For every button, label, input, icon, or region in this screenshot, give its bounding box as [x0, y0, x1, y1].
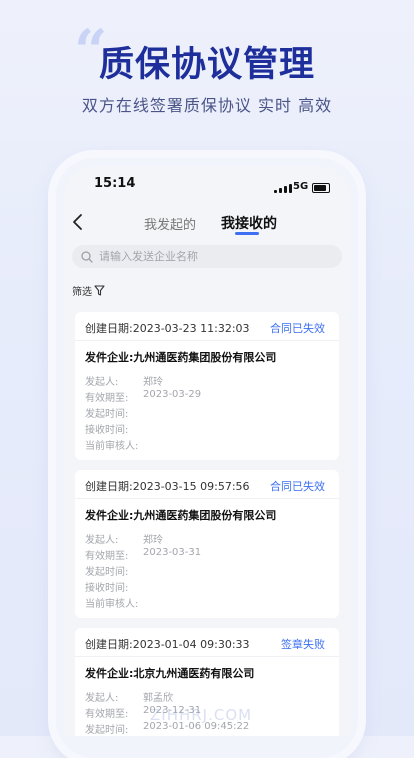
search-bar[interactable] — [72, 245, 342, 268]
card-divider — [75, 340, 339, 341]
signal-icon — [274, 184, 292, 193]
valid-until-value: 2023-03-29 — [143, 389, 202, 400]
valid-until-label: 有效期至: — [85, 551, 129, 562]
tab-received[interactable]: 我接收的 — [221, 213, 277, 233]
initiated-time-label: 发起时间: — [85, 725, 129, 736]
filter-button[interactable]: 筛选 — [72, 283, 105, 298]
card-divider — [75, 498, 339, 499]
status-badge: 合同已失效 — [270, 480, 325, 493]
initiated-time-label: 发起时间: — [85, 409, 129, 420]
hero-subtitle: 双方在线签署质保协议 实时 高效 — [81, 96, 333, 115]
sender-company: 发件企业:九州通医药集团股份有限公司 — [85, 509, 277, 522]
created-date: 创建日期:2023-03-15 09:57:56 — [85, 480, 250, 493]
received-time-label: 接收时间: — [85, 425, 129, 436]
phone-screen: 15:14 5G 我发起的 我接收的 筛选 创建日期:2023-03-23 11… — [64, 166, 350, 736]
filter-label: 筛选 — [72, 287, 92, 298]
network-label: 5G — [293, 181, 309, 192]
received-time-label: 接收时间: — [85, 583, 129, 594]
nav-bar: 我发起的 我接收的 — [64, 206, 350, 240]
valid-until-value: 2023-03-31 — [143, 547, 202, 558]
created-date: 创建日期:2023-03-23 11:32:03 — [85, 322, 250, 335]
hero-title: 质保协议管理 — [98, 45, 315, 85]
status-badge: 签章失败 — [281, 638, 325, 651]
status-time: 15:14 — [94, 176, 136, 191]
search-icon — [81, 250, 93, 263]
initiator-value: 郑玲 — [143, 377, 163, 388]
initiator-label: 发起人: — [85, 535, 119, 546]
initiator-value: 郭孟欣 — [143, 693, 173, 704]
tab-initiated[interactable]: 我发起的 — [144, 214, 196, 233]
card-divider — [75, 656, 339, 657]
initiator-label: 发起人: — [85, 693, 119, 704]
battery-icon — [312, 183, 330, 193]
valid-until-label: 有效期至: — [85, 393, 129, 404]
sender-company: 发件企业:九州通医药集团股份有限公司 — [85, 351, 277, 364]
contract-card[interactable]: 创建日期:2023-03-23 11:32:03 合同已失效 发件企业:九州通医… — [75, 312, 339, 460]
status-badge: 合同已失效 — [270, 322, 325, 335]
initiator-value: 郑玲 — [143, 535, 163, 546]
valid-until-label: 有效期至: — [85, 709, 129, 720]
contract-card[interactable]: 创建日期:2023-03-15 09:57:56 合同已失效 发件企业:九州通医… — [75, 470, 339, 618]
initiator-label: 发起人: — [85, 377, 119, 388]
current-reviewer-label: 当前审核人: — [85, 599, 139, 610]
search-input[interactable] — [97, 249, 331, 264]
watermark-text: ZIHHRJ.COM — [150, 706, 253, 724]
active-tab-indicator — [235, 232, 259, 235]
funnel-icon — [94, 285, 105, 296]
back-arrow-icon[interactable] — [70, 212, 86, 232]
initiated-time-label: 发起时间: — [85, 567, 129, 578]
sender-company: 发件企业:北京九州通医药有限公司 — [85, 667, 255, 680]
current-reviewer-label: 当前审核人: — [85, 441, 139, 452]
created-date: 创建日期:2023-01-04 09:30:33 — [85, 638, 250, 651]
status-bar: 15:14 5G — [64, 166, 350, 204]
